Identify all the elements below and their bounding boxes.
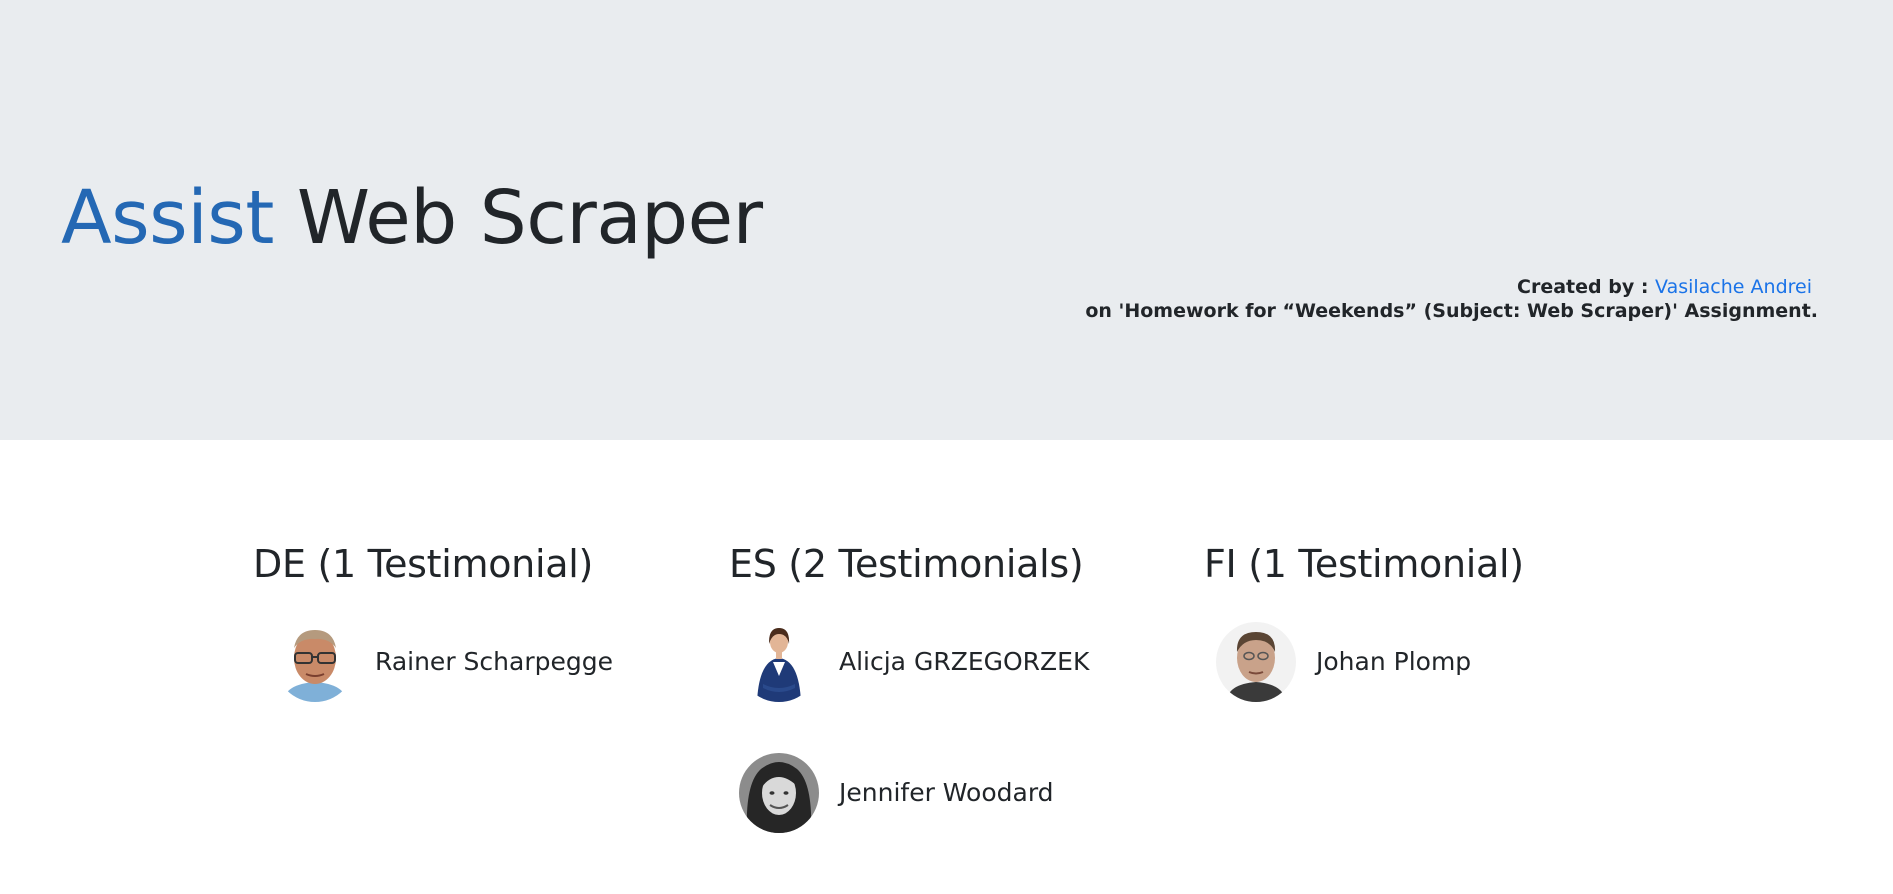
woman-bw-avatar xyxy=(739,753,819,833)
group-es: ES (2 Testimonials) Alicja GRZEGORZEK Je… xyxy=(729,540,1159,833)
group-fi: FI (1 Testimonial) Johan Plomp xyxy=(1204,540,1634,702)
person-name: Rainer Scharpegge xyxy=(375,647,613,676)
group-heading-de: DE (1 Testimonial) xyxy=(253,542,593,586)
testimonial-jennifer[interactable]: Jennifer Woodard xyxy=(739,753,1054,833)
person-name: Alicja GRZEGORZEK xyxy=(839,647,1090,676)
testimonial-alicja[interactable]: Alicja GRZEGORZEK xyxy=(739,622,1089,702)
man-avatar xyxy=(1216,622,1296,702)
testimonial-rainer[interactable]: Rainer Scharpegge xyxy=(275,622,613,702)
group-heading-es: ES (2 Testimonials) xyxy=(729,542,1084,586)
woman-suit-avatar xyxy=(739,622,819,702)
page-title: Assist Web Scraper xyxy=(61,175,763,261)
man-glasses-avatar xyxy=(275,622,355,702)
credit-prefix: Created by : xyxy=(1517,276,1649,298)
group-heading-fi: FI (1 Testimonial) xyxy=(1204,542,1524,586)
group-de: DE (1 Testimonial) Rainer Scharpegge xyxy=(253,540,683,702)
credit-block: Created by : Vasilache Andrei on 'Homewo… xyxy=(1085,275,1818,323)
person-name: Johan Plomp xyxy=(1316,647,1472,676)
credit-line-2: on 'Homework for “Weekends” (Subject: We… xyxy=(1085,300,1818,322)
testimonial-johan[interactable]: Johan Plomp xyxy=(1216,622,1471,702)
person-name: Jennifer Woodard xyxy=(839,778,1054,807)
author-link[interactable]: Vasilache Andrei xyxy=(1655,276,1812,298)
title-accent: Assist xyxy=(61,175,274,261)
hero-banner: Assist Web Scraper Created by : Vasilach… xyxy=(0,0,1893,440)
title-rest: Web Scraper xyxy=(296,175,763,261)
credit-line-1: Created by : Vasilache Andrei xyxy=(1085,275,1818,299)
